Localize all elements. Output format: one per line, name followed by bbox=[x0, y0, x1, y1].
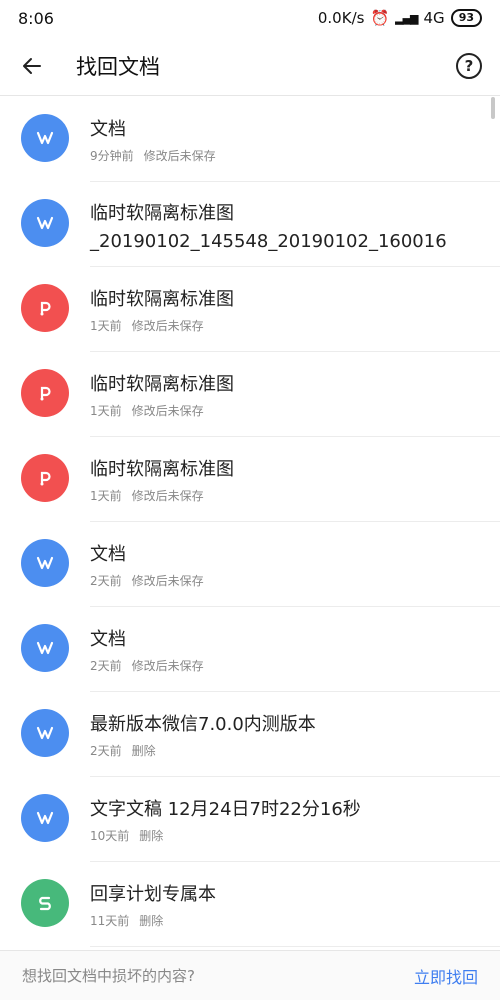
document-name: 回享计划专属本 bbox=[90, 884, 216, 905]
net-speed: 0.0K/s bbox=[317, 9, 365, 27]
document-meta: 10天前 删除 bbox=[90, 827, 163, 844]
ppt-file-icon bbox=[21, 369, 69, 417]
document-time: 1天前 bbox=[90, 489, 122, 503]
back-button[interactable] bbox=[0, 36, 64, 96]
document-name: 最新版本微信7.0.0内测版本 bbox=[90, 714, 316, 735]
document-time: 10天前 bbox=[90, 829, 130, 843]
word-file-icon bbox=[21, 624, 69, 672]
document-meta: 1天前 修改后未保存 bbox=[90, 487, 204, 504]
word-file-icon bbox=[21, 199, 69, 247]
ppt-file-icon bbox=[21, 284, 69, 332]
document-name: 临时软隔离标准图 bbox=[90, 374, 234, 395]
document-name: 文档 bbox=[90, 119, 126, 140]
document-time: 1天前 bbox=[90, 319, 122, 333]
word-file-icon bbox=[21, 539, 69, 587]
signal-icon: ▂▄▆ bbox=[395, 11, 418, 25]
status-indicators: 0.0K/s ⏰ ▂▄▆ 4G 93 bbox=[318, 9, 482, 27]
document-name: 文档 bbox=[90, 544, 126, 565]
sheet-file-icon bbox=[21, 879, 69, 927]
document-item[interactable]: 临时软隔离标准图 1天前 修改后未保存 bbox=[0, 352, 500, 437]
document-list[interactable]: 文档 9分钟前 修改后未保存 临时软隔离标准图 _20190102_145548_20… bbox=[0, 97, 500, 950]
document-item[interactable]: 临时软隔离标准图 1天前 修改后未保存 bbox=[0, 267, 500, 352]
document-name: 文字文稿 12月24日7时22分16秒 bbox=[90, 799, 361, 820]
document-status: 修改后未保存 bbox=[131, 574, 204, 588]
document-name: 文档 bbox=[90, 629, 126, 650]
document-item[interactable]: 临时软隔离标准图 1天前 修改后未保存 bbox=[0, 437, 500, 522]
back-arrow-icon bbox=[23, 57, 41, 74]
document-meta: 1天前 修改后未保存 bbox=[90, 317, 204, 334]
document-meta: 1天前 修改后未保存 bbox=[90, 402, 204, 419]
app-header: 找回文档 ? bbox=[0, 36, 500, 96]
document-meta: 9分钟前 修改后未保存 bbox=[90, 147, 216, 164]
document-status: 删除 bbox=[139, 829, 164, 843]
document-meta: 2天前 修改后未保存 bbox=[90, 657, 204, 674]
document-item[interactable]: 文档 2天前 修改后未保存 bbox=[0, 607, 500, 692]
document-status: 修改后未保存 bbox=[143, 149, 216, 163]
battery-icon: 93 bbox=[450, 9, 482, 27]
document-meta: 11天前 删除 bbox=[90, 912, 163, 929]
document-time: 9分钟前 bbox=[90, 149, 134, 163]
document-meta: 2天前 删除 bbox=[90, 742, 156, 759]
word-file-icon bbox=[21, 794, 69, 842]
document-time: 2天前 bbox=[90, 744, 122, 758]
ppt-file-icon bbox=[21, 454, 69, 502]
document-time: 1天前 bbox=[90, 404, 122, 418]
document-item[interactable]: 文档 2天前 修改后未保存 bbox=[0, 522, 500, 607]
network-type: 4G bbox=[423, 9, 445, 27]
document-time: 11天前 bbox=[90, 914, 130, 928]
document-status: 修改后未保存 bbox=[131, 404, 204, 418]
word-file-icon bbox=[21, 709, 69, 757]
word-file-icon bbox=[21, 114, 69, 162]
document-item[interactable]: 文字文稿 12月24日7时22分16秒 10天前 删除 bbox=[0, 777, 500, 862]
status-time: 8:06 bbox=[18, 8, 54, 28]
document-item[interactable]: 文档 9分钟前 修改后未保存 bbox=[0, 97, 500, 182]
document-time: 2天前 bbox=[90, 659, 122, 673]
document-status: 修改后未保存 bbox=[131, 489, 204, 503]
document-name: 临时软隔离标准图 bbox=[90, 289, 234, 310]
document-item[interactable]: 回享计划专属本 11天前 删除 bbox=[0, 862, 500, 947]
document-status: 删除 bbox=[131, 744, 156, 758]
document-name: 临时软隔离标准图 bbox=[90, 459, 234, 480]
page-title: 找回文档 bbox=[76, 54, 160, 79]
divider bbox=[90, 946, 500, 947]
document-status: 修改后未保存 bbox=[131, 659, 204, 673]
document-meta: 2天前 修改后未保存 bbox=[90, 572, 204, 589]
status-bar: 8:06 0.0K/s ⏰ ▂▄▆ 4G 93 bbox=[0, 0, 500, 36]
document-status: 删除 bbox=[139, 914, 164, 928]
alarm-icon: ⏰ bbox=[370, 9, 390, 27]
document-item[interactable]: 临时软隔离标准图 _20190102_145548_20190102_16001… bbox=[0, 182, 500, 267]
document-item[interactable]: 最新版本微信7.0.0内测版本 2天前 删除 bbox=[0, 692, 500, 777]
bottom-bar: 想找回文档中损坏的内容? 立即找回 bbox=[0, 950, 500, 1000]
recover-now-button[interactable]: 立即找回 bbox=[414, 964, 478, 988]
document-status: 修改后未保存 bbox=[131, 319, 204, 333]
recover-question: 想找回文档中损坏的内容? bbox=[22, 967, 195, 985]
help-button[interactable]: ? bbox=[456, 53, 482, 79]
document-time: 2天前 bbox=[90, 574, 122, 588]
help-icon: ? bbox=[464, 56, 474, 75]
document-name: 临时软隔离标准图 _20190102_145548_20190102_16001… bbox=[90, 203, 447, 252]
